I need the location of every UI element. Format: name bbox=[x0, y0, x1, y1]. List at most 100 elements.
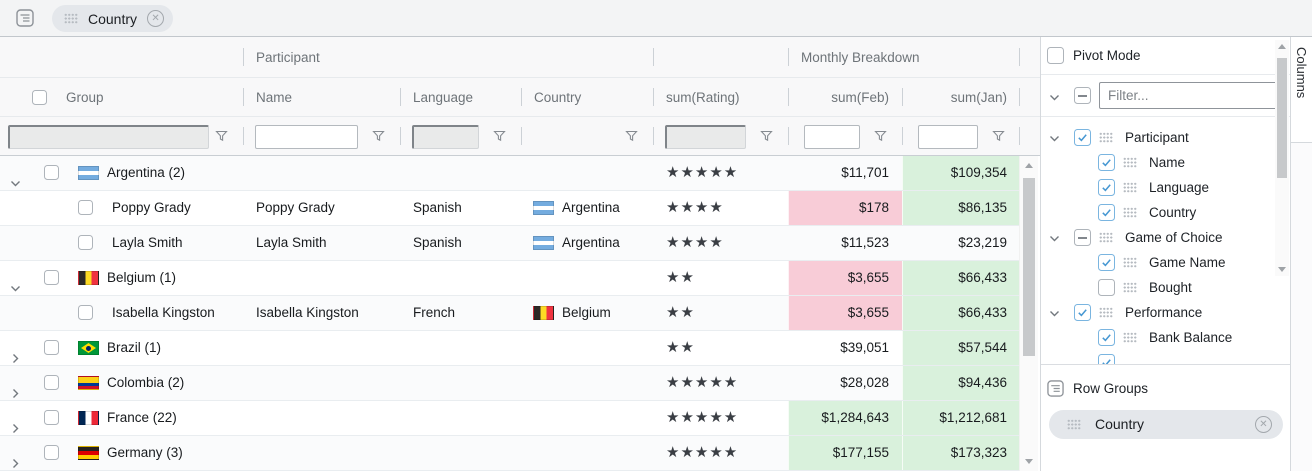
jan-filter-input[interactable] bbox=[918, 125, 978, 149]
filter-icon[interactable] bbox=[625, 130, 638, 142]
header-language[interactable]: Language bbox=[400, 78, 521, 116]
drag-grip-icon[interactable] bbox=[1123, 207, 1137, 218]
tree-item-game-name[interactable]: Game Name bbox=[1041, 250, 1275, 275]
language-filter-input[interactable] bbox=[412, 125, 479, 149]
name-cell[interactable] bbox=[243, 331, 400, 365]
country-cell[interactable] bbox=[521, 366, 653, 400]
tree-item-bank-balance[interactable]: Bank Balance bbox=[1041, 325, 1275, 350]
row-select-checkbox[interactable] bbox=[44, 410, 59, 425]
tree-item-game-of-choice[interactable]: Game of Choice bbox=[1041, 225, 1275, 250]
tree-item-partial[interactable] bbox=[1041, 350, 1275, 364]
row-select-checkbox[interactable] bbox=[44, 340, 59, 355]
header-name[interactable]: Name bbox=[243, 78, 400, 116]
pivot-mode-checkbox[interactable] bbox=[1047, 47, 1064, 64]
country-cell[interactable] bbox=[521, 436, 653, 470]
remove-pill-icon[interactable]: ✕ bbox=[1255, 416, 1272, 433]
sum-jan-cell[interactable]: $23,219 bbox=[902, 226, 1019, 260]
row-select-checkbox[interactable] bbox=[44, 270, 59, 285]
sum-feb-cell[interactable]: $11,523 bbox=[788, 226, 902, 260]
name-cell[interactable] bbox=[243, 366, 400, 400]
collapse-all-icon[interactable] bbox=[1049, 91, 1060, 102]
drag-grip-icon[interactable] bbox=[1123, 332, 1137, 343]
drag-grip-icon[interactable] bbox=[1123, 282, 1137, 293]
expand-group-icon[interactable] bbox=[10, 378, 21, 398]
header-sum-rating[interactable]: sum(Rating) bbox=[653, 78, 788, 116]
collapse-group-icon[interactable] bbox=[1049, 132, 1060, 143]
collapse-group-icon[interactable] bbox=[1049, 232, 1060, 243]
column-group-participant[interactable]: Participant bbox=[243, 37, 653, 78]
tree-item-bought[interactable]: Bought bbox=[1041, 275, 1275, 300]
header-sum-jan[interactable]: sum(Jan) bbox=[902, 78, 1020, 116]
name-cell[interactable] bbox=[243, 436, 400, 470]
sum-feb-cell[interactable]: $39,051 bbox=[788, 331, 902, 365]
column-checkbox[interactable] bbox=[1098, 254, 1115, 271]
scrollbar-thumb[interactable] bbox=[1023, 178, 1035, 356]
filter-icon[interactable] bbox=[493, 130, 506, 142]
column-checkbox[interactable] bbox=[1098, 329, 1115, 346]
country-cell[interactable]: Argentina bbox=[521, 191, 653, 225]
group-cell[interactable]: Colombia (2) bbox=[0, 366, 243, 400]
sum-feb-cell[interactable]: $177,155 bbox=[788, 436, 902, 470]
feb-filter-input[interactable] bbox=[804, 125, 860, 149]
header-sum-feb[interactable]: sum(Feb) bbox=[788, 78, 902, 116]
row-select-checkbox[interactable] bbox=[78, 200, 93, 215]
row-select-checkbox[interactable] bbox=[44, 445, 59, 460]
country-cell[interactable] bbox=[521, 156, 653, 190]
expand-group-icon[interactable] bbox=[10, 448, 21, 468]
row-group-pill-country[interactable]: Country ✕ bbox=[1049, 410, 1283, 439]
drag-grip-icon[interactable] bbox=[64, 13, 78, 24]
language-cell[interactable] bbox=[400, 261, 521, 295]
sum-jan-cell[interactable]: $173,323 bbox=[902, 436, 1019, 470]
group-cell[interactable]: Belgium (1) bbox=[0, 261, 243, 295]
sum-feb-cell[interactable]: $28,028 bbox=[788, 366, 902, 400]
row-group-chip-country[interactable]: Country ✕ bbox=[52, 5, 174, 32]
tree-item-language[interactable]: Language bbox=[1041, 175, 1275, 200]
tree-item-name[interactable]: Name bbox=[1041, 150, 1275, 175]
group-cell[interactable]: Argentina (2) bbox=[0, 156, 243, 190]
filter-icon[interactable] bbox=[874, 130, 887, 142]
rating-cell[interactable]: ★★★★ bbox=[653, 191, 788, 225]
header-country[interactable]: Country bbox=[521, 78, 653, 116]
collapse-group-icon[interactable] bbox=[1049, 307, 1060, 318]
sum-jan-cell[interactable]: $94,436 bbox=[902, 366, 1019, 400]
rating-cell[interactable]: ★★★★★ bbox=[653, 436, 788, 470]
language-cell[interactable] bbox=[400, 436, 521, 470]
group-filter-input[interactable] bbox=[8, 125, 209, 149]
name-cell[interactable]: Layla Smith bbox=[243, 226, 400, 260]
column-checkbox[interactable] bbox=[1074, 304, 1091, 321]
row-select-checkbox[interactable] bbox=[78, 305, 93, 320]
rating-filter-input[interactable] bbox=[665, 125, 746, 149]
column-checkbox[interactable] bbox=[1074, 229, 1091, 246]
rating-cell[interactable]: ★★★★★ bbox=[653, 366, 788, 400]
filter-icon[interactable] bbox=[992, 130, 1005, 142]
sum-jan-cell[interactable]: $109,354 bbox=[902, 156, 1019, 190]
collapse-group-icon[interactable] bbox=[10, 273, 21, 292]
drag-grip-icon[interactable] bbox=[1123, 157, 1137, 168]
column-checkbox[interactable] bbox=[1098, 354, 1115, 364]
name-filter-input[interactable] bbox=[255, 125, 358, 149]
row-select-checkbox[interactable] bbox=[44, 375, 59, 390]
tree-item-participant[interactable]: Participant bbox=[1041, 125, 1275, 150]
rating-cell[interactable]: ★★★★ bbox=[653, 226, 788, 260]
scroll-down-icon[interactable] bbox=[1025, 459, 1033, 464]
name-cell[interactable]: Poppy Grady bbox=[243, 191, 400, 225]
name-cell[interactable] bbox=[243, 156, 400, 190]
sum-jan-cell[interactable]: $86,135 bbox=[902, 191, 1019, 225]
sum-feb-cell[interactable]: $178 bbox=[788, 191, 902, 225]
collapse-group-icon[interactable] bbox=[10, 168, 21, 187]
scroll-up-icon[interactable] bbox=[1025, 163, 1033, 168]
country-cell[interactable]: Argentina bbox=[521, 226, 653, 260]
tree-item-performance[interactable]: Performance bbox=[1041, 300, 1275, 325]
rating-cell[interactable]: ★★ bbox=[653, 296, 788, 330]
group-cell[interactable]: Brazil (1) bbox=[0, 331, 243, 365]
sum-feb-cell[interactable]: $3,655 bbox=[788, 261, 902, 295]
expand-group-icon[interactable] bbox=[10, 413, 21, 433]
sum-feb-cell[interactable]: $1,284,643 bbox=[788, 401, 902, 435]
drag-grip-icon[interactable] bbox=[1123, 257, 1137, 268]
scroll-down-icon[interactable] bbox=[1278, 267, 1286, 272]
name-cell[interactable]: Isabella Kingston bbox=[243, 296, 400, 330]
language-cell[interactable] bbox=[400, 401, 521, 435]
language-cell[interactable] bbox=[400, 156, 521, 190]
select-all-checkbox[interactable] bbox=[32, 90, 47, 105]
remove-chip-icon[interactable]: ✕ bbox=[147, 10, 165, 27]
